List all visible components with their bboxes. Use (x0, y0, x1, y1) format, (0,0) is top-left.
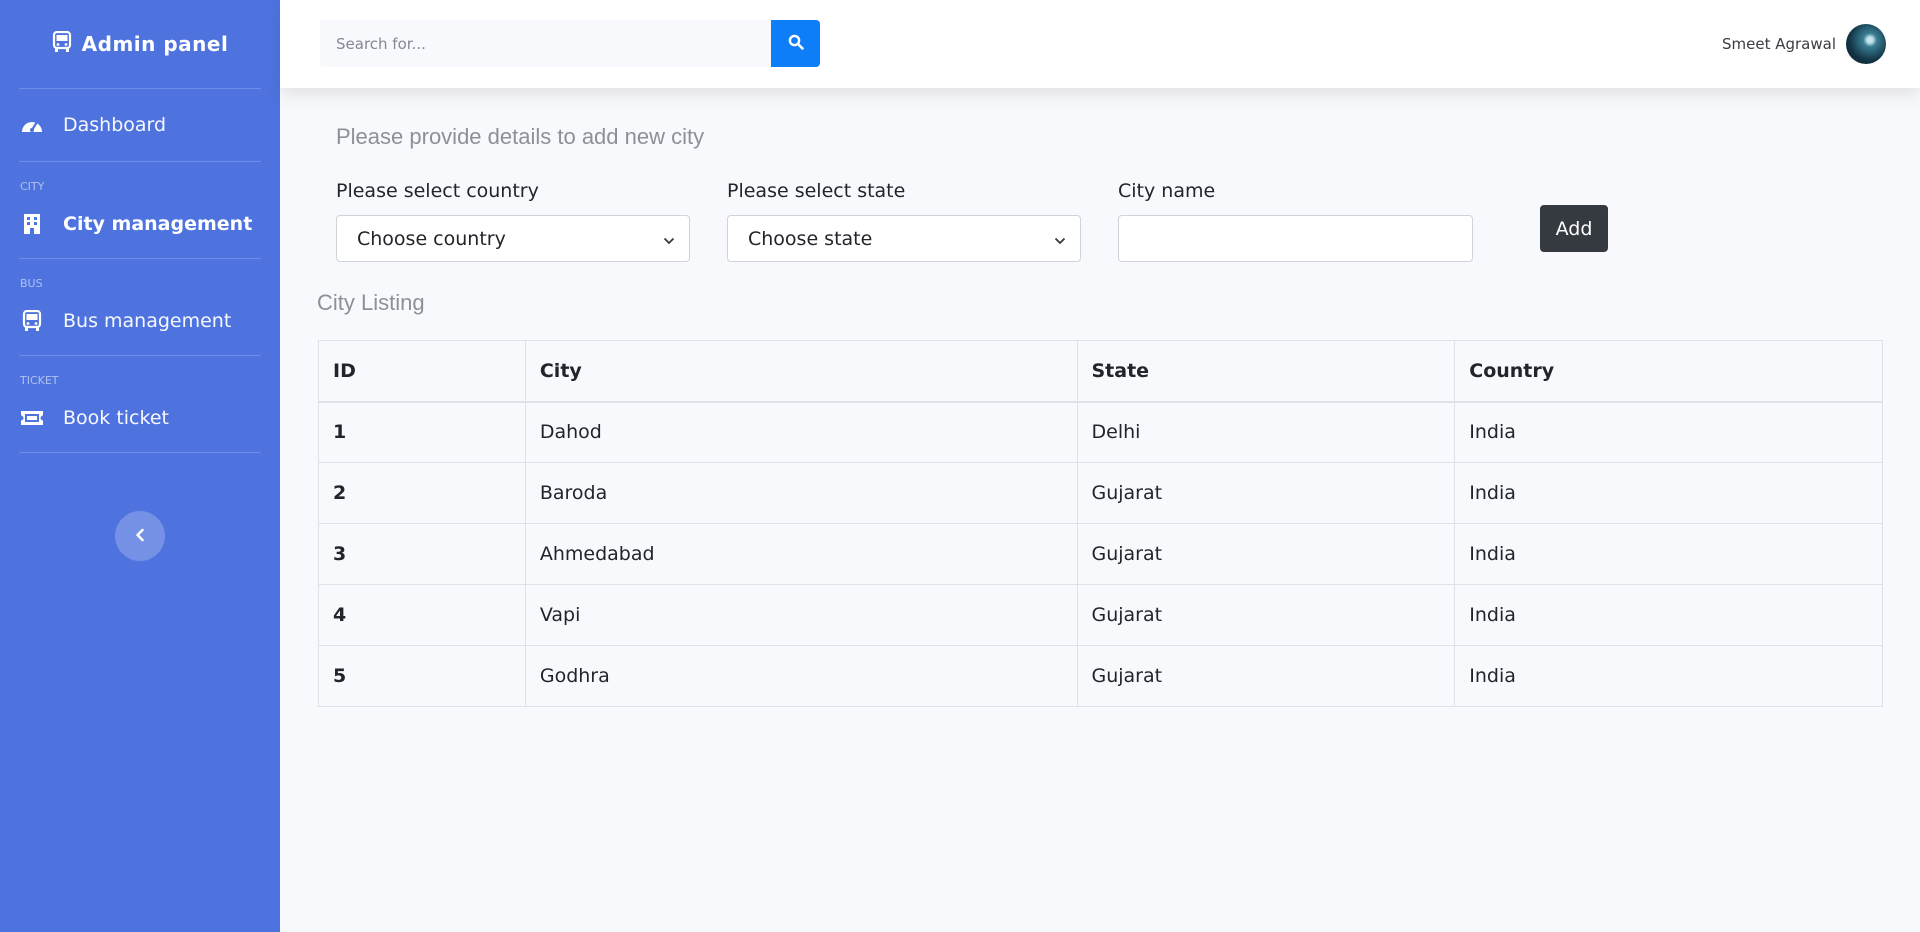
sidebar-divider (19, 355, 261, 356)
user-menu[interactable]: Smeet Agrawal (1722, 24, 1886, 64)
search-button[interactable] (771, 20, 820, 67)
sidebar-toggle-button[interactable] (115, 511, 165, 561)
table-row: 4 Vapi Gujarat India (318, 584, 1883, 646)
cell-country: India (1454, 645, 1883, 707)
sidebar-item-label: Book ticket (63, 407, 169, 429)
cell-id: 1 (318, 401, 526, 463)
cell-id: 4 (318, 584, 526, 646)
cell-country: India (1454, 523, 1883, 585)
cell-id: 5 (318, 645, 526, 707)
column-header-city: City (524, 340, 1078, 403)
country-select-value: Choose country (357, 227, 506, 250)
bus-icon (52, 30, 72, 58)
state-select[interactable]: Choose state (727, 215, 1081, 262)
cell-city: Baroda (524, 462, 1078, 524)
cell-id: 3 (318, 523, 526, 585)
column-header-id: ID (318, 340, 526, 403)
cell-city: Vapi (524, 584, 1078, 646)
add-button[interactable]: Add (1540, 205, 1608, 252)
topbar: Smeet Agrawal (280, 0, 1920, 88)
table-row: 3 Ahmedabad Gujarat India (318, 523, 1883, 585)
table-row: 2 Baroda Gujarat India (318, 462, 1883, 524)
bus-icon (19, 310, 45, 332)
cell-city: Godhra (524, 645, 1078, 707)
sidebar-item-label: City management (63, 213, 253, 235)
column-header-country: Country (1454, 340, 1883, 403)
avatar (1846, 24, 1886, 64)
search-input[interactable] (320, 20, 771, 67)
cell-state: Gujarat (1076, 584, 1456, 646)
state-label: Please select state (727, 180, 906, 202)
cell-state: Delhi (1076, 401, 1456, 463)
sidebar-divider (19, 452, 261, 453)
cell-city: Dahod (524, 401, 1078, 463)
ticket-icon (19, 407, 45, 429)
cell-country: India (1454, 401, 1883, 463)
column-header-state: State (1076, 340, 1456, 403)
city-name-input[interactable] (1118, 215, 1473, 262)
cell-city: Ahmedabad (524, 523, 1078, 585)
building-icon (19, 213, 45, 235)
sidebar-divider (19, 258, 261, 259)
sidebar-heading-city: CITY (20, 180, 45, 193)
cell-state: Gujarat (1076, 523, 1456, 585)
tachometer-icon (19, 114, 45, 136)
chevron-down-icon (1054, 228, 1066, 250)
state-select-value: Choose state (748, 227, 873, 250)
sidebar-item-book-ticket[interactable]: Book ticket (0, 392, 280, 444)
sidebar: Admin panel Dashboard CITY City manageme… (0, 0, 280, 932)
search-bar (320, 20, 820, 67)
table-row: 1 Dahod Delhi India (318, 401, 1883, 463)
sidebar-item-city-management[interactable]: City management (0, 198, 280, 250)
country-select[interactable]: Choose country (336, 215, 690, 262)
country-label: Please select country (336, 180, 539, 202)
city-table: ID City State Country 1 Dahod Delhi Indi… (318, 340, 1883, 707)
chevron-left-icon (134, 527, 146, 546)
cell-state: Gujarat (1076, 462, 1456, 524)
sidebar-item-bus-management[interactable]: Bus management (0, 295, 280, 347)
search-icon (788, 34, 804, 54)
cell-country: India (1454, 584, 1883, 646)
cell-country: India (1454, 462, 1883, 524)
cell-state: Gujarat (1076, 645, 1456, 707)
listing-title: City Listing (317, 290, 425, 315)
table-header-row: ID City State Country (318, 340, 1883, 403)
chevron-down-icon (663, 228, 675, 250)
table-row: 5 Godhra Gujarat India (318, 645, 1883, 707)
brand-title: Admin panel (81, 32, 229, 56)
city-name-label: City name (1118, 180, 1216, 202)
sidebar-heading-bus: BUS (20, 277, 43, 290)
sidebar-item-label: Dashboard (63, 114, 167, 136)
user-name: Smeet Agrawal (1721, 35, 1836, 53)
sidebar-item-label: Bus management (63, 310, 232, 332)
sidebar-item-dashboard[interactable]: Dashboard (0, 89, 280, 161)
form-title: Please provide details to add new city (336, 124, 705, 149)
cell-id: 2 (318, 462, 526, 524)
sidebar-heading-ticket: TICKET (20, 374, 59, 387)
sidebar-divider (19, 161, 261, 162)
brand[interactable]: Admin panel (0, 0, 280, 88)
